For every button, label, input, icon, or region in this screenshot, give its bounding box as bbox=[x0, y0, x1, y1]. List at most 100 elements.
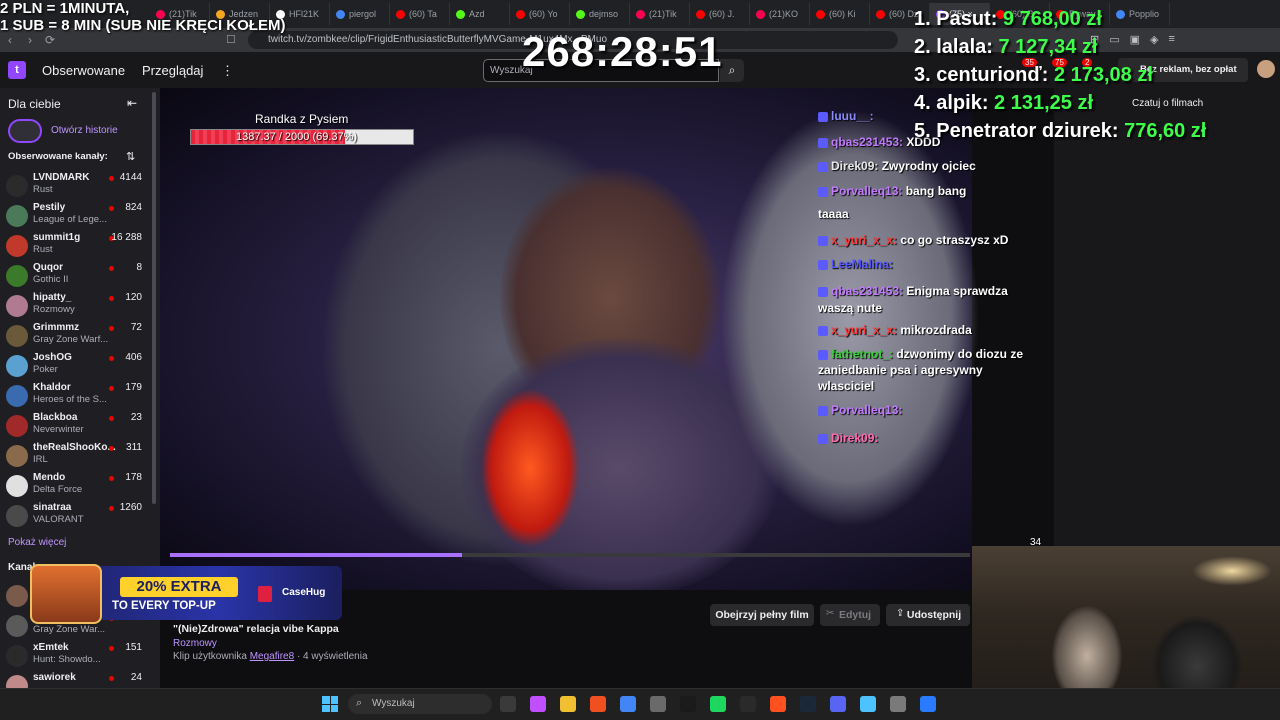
shield-icon[interactable]: ◈ bbox=[1150, 33, 1158, 46]
sidebar-icon[interactable]: ▭ bbox=[1109, 33, 1119, 46]
chat-username[interactable]: qbas231453: bbox=[831, 135, 903, 149]
task-view-icon[interactable] bbox=[500, 696, 516, 712]
channel-game: Gray Zone War... bbox=[33, 624, 105, 635]
live-dot-icon bbox=[109, 206, 114, 211]
browser-tab[interactable]: dejmso bbox=[570, 3, 630, 25]
windows-taskbar bbox=[0, 688, 1280, 720]
chat-text: Enigma sprawdza bbox=[906, 284, 1008, 298]
app-icon[interactable] bbox=[920, 696, 936, 712]
browser-tab[interactable]: (21)KO bbox=[750, 3, 810, 25]
browser-tab[interactable]: piergol bbox=[330, 3, 390, 25]
tab-favicon-icon bbox=[576, 9, 585, 19]
back-icon[interactable]: ‹ bbox=[0, 33, 20, 47]
app-icon[interactable] bbox=[740, 696, 756, 712]
channel-avatar bbox=[6, 615, 28, 637]
chat-username[interactable]: Direk09: bbox=[831, 431, 878, 445]
sidebar-scrollbar[interactable] bbox=[152, 92, 156, 504]
stories-avatar[interactable] bbox=[8, 119, 42, 143]
file-explorer-icon[interactable] bbox=[560, 696, 576, 712]
clip-category-link[interactable]: Rozmowy bbox=[173, 638, 217, 649]
chat-username[interactable]: Direk09: bbox=[831, 159, 878, 173]
channel-game: Gothic II bbox=[33, 274, 69, 285]
sidebar-channel-item[interactable]: Mendo Delta Force 178 bbox=[6, 472, 156, 502]
bookmark-icon[interactable]: ☐ bbox=[226, 33, 236, 46]
taskbar-search-input[interactable]: Wyszukaj bbox=[348, 694, 492, 714]
live-dot-icon bbox=[109, 676, 114, 681]
avatar[interactable] bbox=[1257, 60, 1275, 78]
chat-text: taaaa bbox=[818, 207, 849, 221]
browser-tab[interactable]: Azd bbox=[450, 3, 510, 25]
chat-username[interactable]: Porvalleq13: bbox=[831, 184, 902, 198]
scissors-icon: ✂ bbox=[826, 608, 835, 619]
chat-username[interactable]: LeeMalina: bbox=[831, 257, 893, 271]
chat-text: dzwonimy do diozu ze bbox=[896, 347, 1024, 361]
sidebar-channel-item[interactable]: Blackboa Neverwinter 23 bbox=[6, 412, 156, 442]
chat-text: waszą nute bbox=[818, 301, 883, 315]
watch-movies-link[interactable]: Czatuj o filmach bbox=[1132, 98, 1203, 109]
brave-icon[interactable] bbox=[770, 696, 786, 712]
donation-rate-line: 2 PLN = 1MINUTA, bbox=[0, 0, 130, 17]
nav-browse[interactable]: Przeglądaj bbox=[142, 63, 203, 78]
chat-username[interactable]: x_yuri_x_x: bbox=[831, 323, 897, 337]
goal-title: Randka z Pysiem bbox=[255, 112, 349, 126]
sidebar-channel-item[interactable]: Khaldor Heroes of the S... 179 bbox=[6, 382, 156, 412]
chat-text: zaniedbanie psa i agresywny bbox=[818, 363, 983, 377]
channel-game: Heroes of the S... bbox=[33, 394, 107, 405]
discord-icon[interactable] bbox=[830, 696, 846, 712]
spotify-icon[interactable] bbox=[710, 696, 726, 712]
app-icon[interactable] bbox=[650, 696, 666, 712]
sidebar-channel-item[interactable]: xEmtek Hunt: Showdo... 151 bbox=[6, 642, 156, 672]
chrome-icon[interactable] bbox=[620, 696, 636, 712]
sidebar-channel-item[interactable]: hipatty_ Rozmowy 120 bbox=[6, 292, 156, 322]
nav-following[interactable]: Obserwowane bbox=[42, 63, 125, 78]
github-icon[interactable] bbox=[680, 696, 696, 712]
forward-icon[interactable]: › bbox=[20, 33, 40, 47]
open-stories-link[interactable]: Otwórz historie bbox=[51, 125, 118, 136]
chat-username[interactable]: qbas231453: bbox=[831, 284, 903, 298]
leaderboard-name: 2. lalala: bbox=[914, 36, 993, 58]
settings-icon[interactable] bbox=[890, 696, 906, 712]
browser-tab[interactable]: (21)Tik bbox=[630, 3, 690, 25]
menu-icon[interactable]: ≡ bbox=[1169, 33, 1175, 46]
collapse-sidebar-icon[interactable]: ⇤ bbox=[127, 96, 137, 110]
browser-tab[interactable]: (60) J. bbox=[690, 3, 750, 25]
search-icon[interactable]: ⌕ bbox=[720, 59, 744, 82]
notepad-icon[interactable] bbox=[860, 696, 876, 712]
browser-tab[interactable]: (60) Ki bbox=[810, 3, 870, 25]
twitch-logo-icon[interactable]: t bbox=[8, 61, 26, 79]
sidebar-channel-item[interactable]: Grimmmz Gray Zone Warf... 72 bbox=[6, 322, 156, 352]
chat-username[interactable]: x_yuri_x_x: bbox=[831, 233, 897, 247]
browser-tab[interactable]: (60) Ta bbox=[390, 3, 450, 25]
chat-badge-icon bbox=[818, 349, 828, 360]
watch-full-video-button[interactable]: Obejrzyj pełny film bbox=[710, 604, 814, 626]
sort-icon[interactable]: ⇅ bbox=[126, 150, 135, 163]
show-more-link[interactable]: Pokaż więcej bbox=[8, 537, 66, 548]
sidebar-channel-item[interactable]: Pestily League of Lege... 824 bbox=[6, 202, 156, 232]
browser-tab[interactable]: (60) Yo bbox=[510, 3, 570, 25]
sidebar-channel-item[interactable]: theRealShooKo... IRL 311 bbox=[6, 442, 156, 472]
start-icon[interactable] bbox=[322, 696, 338, 712]
chat-username[interactable]: Porvalleq13: bbox=[831, 403, 902, 417]
chat-username[interactable]: luuu__: bbox=[831, 109, 874, 123]
wallet-icon[interactable]: ▣ bbox=[1130, 33, 1140, 46]
copilot-icon[interactable] bbox=[530, 696, 546, 712]
steam-icon[interactable] bbox=[800, 696, 816, 712]
sidebar-channel-item[interactable]: LVNDMARK Rust 4144 bbox=[6, 172, 156, 202]
chat-badge-icon bbox=[818, 235, 828, 246]
reload-icon[interactable]: ⟳ bbox=[40, 33, 60, 47]
tab-label: (60) Yo bbox=[529, 9, 558, 19]
browser-tab[interactable]: Popplio bbox=[1110, 3, 1170, 25]
nav-more-icon[interactable]: ⋮ bbox=[221, 63, 234, 79]
sidebar-channel-item[interactable]: JoshOG Poker 406 bbox=[6, 352, 156, 382]
right-panel bbox=[1054, 88, 1280, 548]
chat-username[interactable]: fathetnot_: bbox=[831, 347, 893, 361]
channel-viewers: 16 288 bbox=[111, 232, 142, 243]
clip-author-link[interactable]: Megafire8 bbox=[250, 651, 294, 662]
sidebar-channel-item[interactable]: Quqor Gothic II 8 bbox=[6, 262, 156, 292]
channel-avatar bbox=[6, 235, 28, 257]
leaderboard-amount: 776,60 zł bbox=[1124, 120, 1207, 142]
sidebar-channel-item[interactable]: summit1g Rust 16 288 bbox=[6, 232, 156, 262]
channel-avatar bbox=[6, 645, 28, 667]
sidebar-channel-item[interactable]: sinatraa VALORANT 1260 bbox=[6, 502, 156, 532]
brave-icon[interactable] bbox=[590, 696, 606, 712]
